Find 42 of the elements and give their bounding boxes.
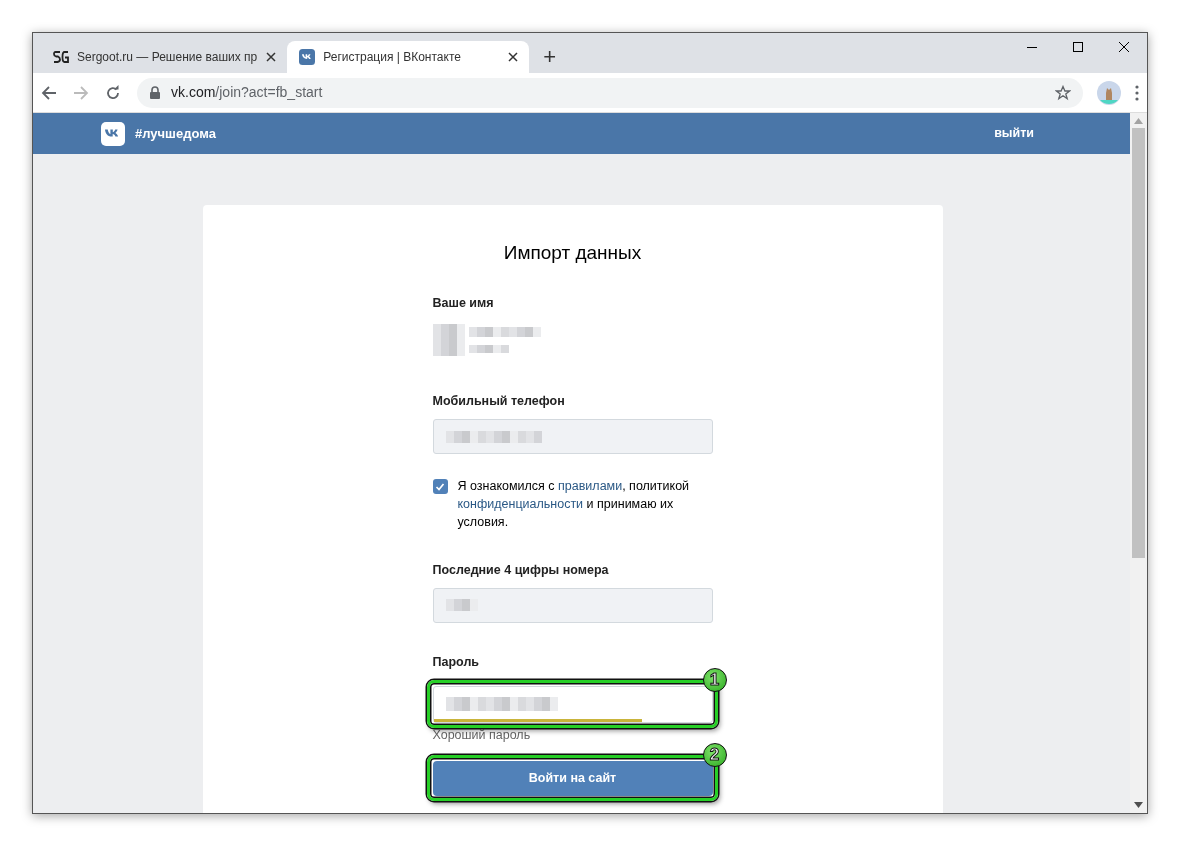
star-icon[interactable]	[1055, 84, 1071, 101]
close-icon[interactable]	[1119, 42, 1129, 52]
terms-link[interactable]: конфиденциальности	[457, 497, 584, 511]
browser-tab[interactable]: Sergoot.ru — Решение ваших пр	[41, 41, 288, 73]
close-icon[interactable]	[507, 51, 520, 63]
site-logo-icon	[299, 49, 316, 65]
browser-tab[interactable]: Регистрация | ВКонтакте	[287, 41, 530, 73]
step-badge: 1	[702, 667, 727, 692]
password-input[interactable]	[432, 685, 713, 723]
submit-button[interactable]: Войти на сайт	[432, 761, 713, 797]
lock-icon	[149, 85, 161, 100]
strength-hint: Хороший пароль	[432, 726, 532, 744]
back-icon[interactable]	[41, 84, 57, 101]
field-label: Последние 4 цифры номера	[432, 562, 610, 579]
check-icon	[435, 481, 445, 492]
digits-input[interactable]	[432, 587, 713, 623]
menu-icon[interactable]	[1135, 84, 1139, 101]
avatar-icon[interactable]	[1097, 80, 1121, 105]
reload-icon[interactable]	[105, 84, 121, 101]
scrollbar[interactable]	[1130, 113, 1147, 813]
agreement-text: Я ознакомился с правилами, политикой конфиденциальности и принимаю их условия.	[457, 478, 691, 531]
phone-input[interactable]	[432, 419, 713, 454]
vk-logo-icon[interactable]	[101, 121, 125, 146]
url-text: vk.com/join?act=fb_start	[171, 83, 323, 102]
blurred-avatar	[432, 324, 465, 357]
logout-link[interactable]: выйти	[994, 124, 1034, 143]
field-label: Ваше имя	[432, 294, 495, 312]
scroll-thumb[interactable]	[1132, 128, 1145, 558]
site-logo-icon	[53, 49, 69, 65]
form-title: Импорт данных	[502, 241, 643, 265]
hashtag-title: #лучшедома	[135, 124, 216, 143]
step-badge: 2	[702, 743, 727, 768]
blurred-text	[445, 599, 478, 612]
agreement-checkbox[interactable]	[432, 479, 448, 494]
address-bar[interactable]: vk.com/join?act=fb_start	[137, 77, 1083, 108]
close-icon[interactable]	[265, 51, 278, 63]
maximize-icon[interactable]	[1073, 42, 1083, 52]
new-tab-button[interactable]: +	[543, 43, 557, 71]
field-label: Мобильный телефон	[432, 393, 566, 411]
field-label: Пароль	[432, 653, 481, 671]
blurred-text	[468, 345, 509, 354]
scroll-down-icon[interactable]	[1134, 802, 1143, 808]
